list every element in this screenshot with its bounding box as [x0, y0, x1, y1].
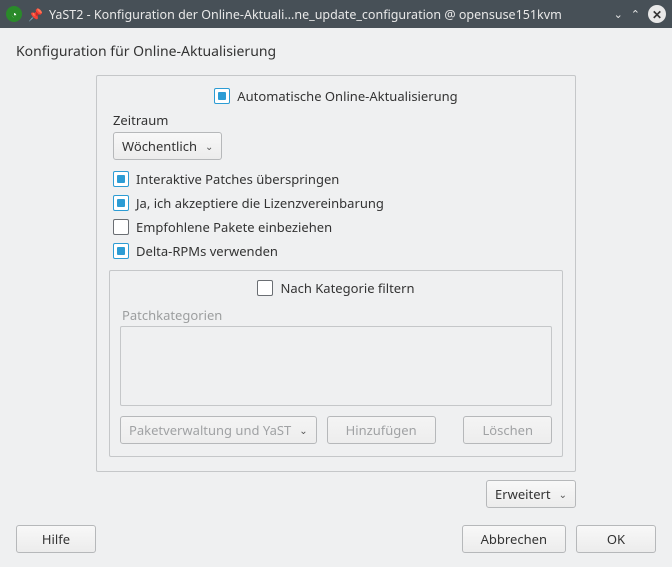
use-delta-checkbox[interactable]: Delta-RPMs verwenden: [113, 242, 563, 260]
patch-categories-list[interactable]: [120, 326, 552, 406]
add-button: Hinzufügen: [327, 416, 436, 444]
period-combo[interactable]: Wöchentlich ⌄: [113, 132, 222, 160]
delete-button: Löschen: [463, 416, 552, 444]
checkbox-icon: [214, 88, 230, 104]
filter-category-label: Nach Kategorie filtern: [280, 279, 414, 297]
include-recommended-checkbox[interactable]: Empfohlene Pakete einbeziehen: [113, 218, 563, 236]
advanced-menu[interactable]: Erweitert ⌄: [486, 480, 576, 508]
window-titlebar: ◔ 📌 YaST2 - Konfiguration der Online-Akt…: [0, 0, 672, 28]
skip-interactive-checkbox[interactable]: Interaktive Patches überspringen: [113, 170, 563, 188]
cancel-button[interactable]: Abbrechen: [462, 525, 566, 553]
checkbox-icon: [113, 243, 129, 259]
dialog-footer: Hilfe Abbrechen OK: [16, 525, 656, 553]
advanced-label: Erweitert: [495, 485, 551, 503]
pin-icon[interactable]: 📌: [28, 6, 43, 23]
patch-categories-label: Patchkategorien: [122, 306, 552, 324]
filter-category-checkbox[interactable]: Nach Kategorie filtern: [257, 279, 414, 297]
filter-panel: Nach Kategorie filtern Patchkategorien P…: [109, 270, 563, 457]
chevron-up-icon[interactable]: ⌃: [631, 7, 640, 22]
category-combo: Paketverwaltung und YaST ⌄: [120, 416, 317, 444]
chevron-down-icon: ⌄: [299, 423, 307, 437]
checkbox-icon: [113, 171, 129, 187]
app-icon: ◔: [6, 6, 22, 22]
skip-interactive-label: Interaktive Patches überspringen: [136, 170, 339, 188]
accept-license-label: Ja, ich akzeptiere die Lizenzvereinbarun…: [136, 194, 384, 212]
category-value: Paketverwaltung und YaST: [129, 421, 291, 439]
main-panel: Automatische Online-Aktualisierung Zeitr…: [96, 75, 576, 472]
checkbox-icon: [257, 280, 273, 296]
period-label: Zeitraum: [113, 111, 563, 129]
close-icon[interactable]: ✕: [648, 5, 666, 23]
auto-update-checkbox[interactable]: Automatische Online-Aktualisierung: [214, 87, 457, 105]
chevron-down-icon: ⌄: [559, 487, 567, 501]
window-title: YaST2 - Konfiguration der Online-Aktuali…: [49, 6, 608, 23]
include-recommended-label: Empfohlene Pakete einbeziehen: [136, 218, 332, 236]
ok-button[interactable]: OK: [576, 525, 656, 553]
checkbox-icon: [113, 195, 129, 211]
accept-license-checkbox[interactable]: Ja, ich akzeptiere die Lizenzvereinbarun…: [113, 194, 563, 212]
chevron-down-icon[interactable]: ⌄: [614, 7, 623, 22]
chevron-down-icon: ⌄: [205, 139, 213, 153]
page-title: Konfiguration für Online-Aktualisierung: [16, 42, 656, 61]
help-button[interactable]: Hilfe: [16, 525, 96, 553]
checkbox-icon: [113, 219, 129, 235]
period-value: Wöchentlich: [122, 137, 197, 155]
dialog-body: Konfiguration für Online-Aktualisierung …: [0, 28, 672, 520]
auto-update-label: Automatische Online-Aktualisierung: [237, 87, 457, 105]
use-delta-label: Delta-RPMs verwenden: [136, 242, 278, 260]
